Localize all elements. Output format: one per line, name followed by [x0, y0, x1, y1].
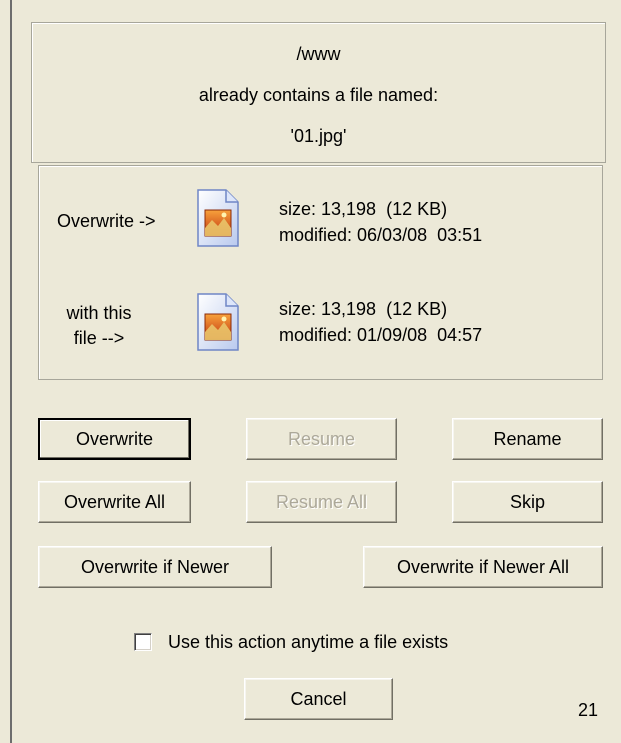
overwrite-button[interactable]: Overwrite: [38, 418, 191, 460]
remember-action-option[interactable]: Use this action anytime a file exists: [134, 630, 448, 654]
existing-file-label: Overwrite ->: [57, 211, 156, 231]
conflict-message-panel: /www already contains a file named: '01.…: [31, 22, 606, 163]
file-comparison-panel: Overwrite -> size: 13,198 (12 KB) modifi…: [38, 165, 603, 380]
existing-file-size: size: 13,198 (12 KB): [279, 199, 448, 219]
new-file-label: with this file -->: [51, 301, 147, 351]
cancel-button[interactable]: Cancel: [244, 678, 393, 720]
image-file-icon: [197, 293, 239, 351]
rename-button[interactable]: Rename: [452, 418, 603, 460]
new-file-size: size: 13,198 (12 KB): [279, 299, 448, 319]
existing-file-info: size: 13,198 (12 KB) modified: 06/03/08 …: [279, 196, 482, 248]
new-file-label-line1: with this: [66, 303, 132, 323]
overwrite-all-button[interactable]: Overwrite All: [38, 481, 191, 523]
resume-button: Resume: [246, 418, 397, 460]
new-file-modified: modified: 01/09/08 04:57: [279, 325, 483, 345]
new-file-label-line2: file -->: [73, 328, 125, 348]
image-file-icon: [197, 189, 239, 247]
overwrite-if-newer-button[interactable]: Overwrite if Newer: [38, 546, 272, 588]
existing-file-modified: modified: 06/03/08 03:51: [279, 225, 483, 245]
remember-action-checkbox[interactable]: [134, 633, 152, 651]
resume-all-button: Resume All: [246, 481, 397, 523]
window-left-edge: [0, 0, 12, 743]
skip-button[interactable]: Skip: [452, 481, 603, 523]
conflict-message-text: already contains a file named:: [198, 85, 439, 105]
conflicting-filename: '01.jpg': [290, 126, 347, 146]
remember-action-label[interactable]: Use this action anytime a file exists: [168, 632, 448, 653]
remaining-count: 21: [578, 700, 599, 720]
overwrite-if-newer-all-button[interactable]: Overwrite if Newer All: [363, 546, 603, 588]
target-folder-path: /www: [296, 44, 341, 64]
new-file-info: size: 13,198 (12 KB) modified: 01/09/08 …: [279, 296, 482, 348]
